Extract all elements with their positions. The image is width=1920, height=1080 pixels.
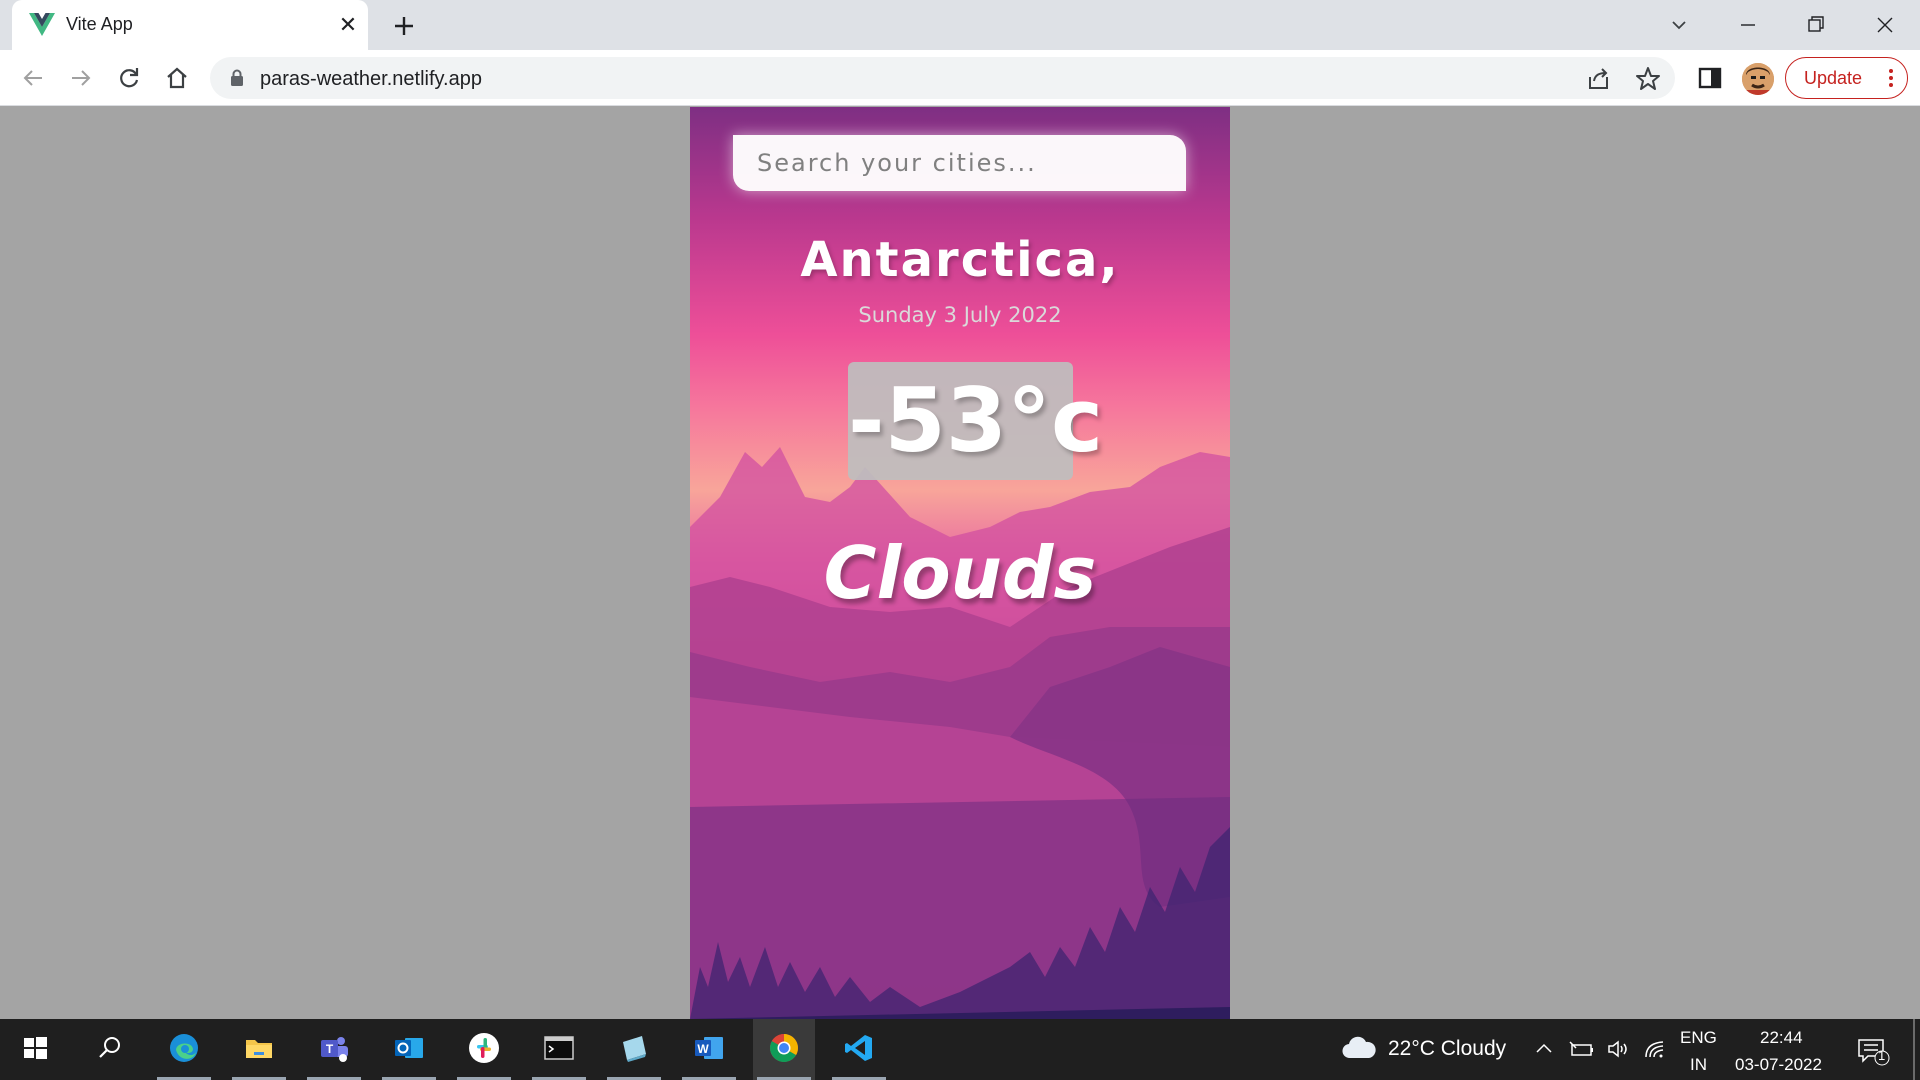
reload-icon[interactable] — [113, 62, 145, 94]
search-icon — [99, 1037, 120, 1058]
minimize-icon[interactable] — [1731, 8, 1765, 42]
update-label: Update — [1804, 68, 1863, 88]
weather-condition: Clouds — [823, 531, 1097, 615]
word-icon: W — [695, 1037, 723, 1059]
show-desktop-button[interactable] — [1913, 1019, 1915, 1080]
start-button[interactable] — [4, 1019, 66, 1080]
current-date: Sunday 3 July 2022 — [858, 303, 1062, 327]
city-search-input[interactable] — [733, 135, 1186, 191]
edge-icon — [170, 1034, 198, 1062]
taskbar-chrome[interactable] — [753, 1019, 815, 1080]
taskbar-search-button[interactable] — [78, 1019, 140, 1080]
tab-close-icon[interactable]: ✕ — [337, 14, 359, 36]
clock-time[interactable]: 22:44 — [1760, 1028, 1803, 1048]
location-name: Antarctica, — [800, 232, 1120, 288]
update-button[interactable]: Update — [1785, 57, 1908, 99]
slack-icon — [469, 1033, 499, 1063]
lock-icon[interactable] — [230, 69, 244, 87]
url-text[interactable]: paras-weather.netlify.app — [260, 68, 482, 91]
tab-title: Vite App — [66, 14, 133, 34]
tab-search-icon[interactable] — [1662, 8, 1696, 42]
terminal-icon — [544, 1036, 574, 1060]
battery-icon[interactable] — [1569, 1039, 1595, 1059]
show-hidden-icons-icon[interactable] — [1534, 1039, 1554, 1059]
taskbar-slack[interactable] — [453, 1019, 515, 1080]
taskbar-terminal[interactable] — [528, 1019, 590, 1080]
outlook-icon — [395, 1038, 423, 1058]
vscode-icon — [845, 1035, 872, 1061]
input-region[interactable]: IN — [1690, 1055, 1707, 1075]
temperature-box: -53°c — [848, 362, 1103, 480]
file-explorer-icon — [246, 1040, 272, 1058]
weather-app: Antarctica, Sunday 3 July 2022 -53°c Clo… — [690, 107, 1230, 1019]
home-icon[interactable] — [161, 62, 193, 94]
volume-icon[interactable] — [1606, 1038, 1632, 1060]
taskbar-edge[interactable] — [153, 1019, 215, 1080]
profile-avatar[interactable] — [1742, 63, 1774, 95]
taskbar-notepad[interactable] — [603, 1019, 665, 1080]
share-icon[interactable] — [1585, 65, 1613, 93]
taskbar-file-explorer[interactable] — [228, 1019, 290, 1080]
notepad-icon — [623, 1036, 646, 1062]
notification-count-badge: 1 — [1878, 1048, 1886, 1063]
close-window-icon[interactable] — [1868, 8, 1902, 42]
new-tab-icon[interactable] — [390, 12, 418, 40]
taskbar-vscode[interactable] — [828, 1019, 890, 1080]
address-bar[interactable]: paras-weather.netlify.app — [210, 57, 1675, 99]
tab-strip: Vite App ✕ — [0, 0, 1920, 50]
input-language[interactable]: ENG — [1680, 1028, 1717, 1048]
svg-text:W: W — [697, 1042, 709, 1056]
svg-text:T: T — [326, 1042, 334, 1056]
start-icon — [24, 1037, 47, 1059]
browser-toolbar: paras-weather.netlify.app Update — [0, 50, 1920, 106]
forward-icon[interactable] — [65, 62, 97, 94]
network-icon[interactable] — [1643, 1038, 1669, 1060]
bookmark-star-icon[interactable] — [1634, 65, 1662, 93]
page-viewport: Antarctica, Sunday 3 July 2022 -53°c Clo… — [0, 107, 1920, 1019]
side-panel-icon[interactable] — [1694, 62, 1726, 94]
taskbar-weather-text[interactable]: 22°C Cloudy — [1388, 1037, 1506, 1061]
back-icon[interactable] — [17, 62, 49, 94]
browser-tab[interactable]: Vite App ✕ — [12, 0, 368, 50]
teams-icon: T — [321, 1037, 348, 1062]
taskbar-teams[interactable]: T — [303, 1019, 365, 1080]
restore-icon[interactable] — [1799, 8, 1833, 42]
cloudy-weather-icon[interactable] — [1341, 1035, 1377, 1061]
vue-logo-icon — [29, 13, 55, 36]
chrome-icon — [770, 1034, 798, 1062]
avatar-face-icon — [1742, 63, 1774, 95]
windows-taskbar: T W 22°C Cloudy ENG IN 22:44 03-07-2022 … — [0, 1019, 1920, 1080]
taskbar-outlook[interactable] — [378, 1019, 440, 1080]
more-menu-icon[interactable] — [1889, 68, 1893, 88]
clock-date[interactable]: 03-07-2022 — [1735, 1055, 1822, 1075]
taskbar-word[interactable]: W — [678, 1019, 740, 1080]
